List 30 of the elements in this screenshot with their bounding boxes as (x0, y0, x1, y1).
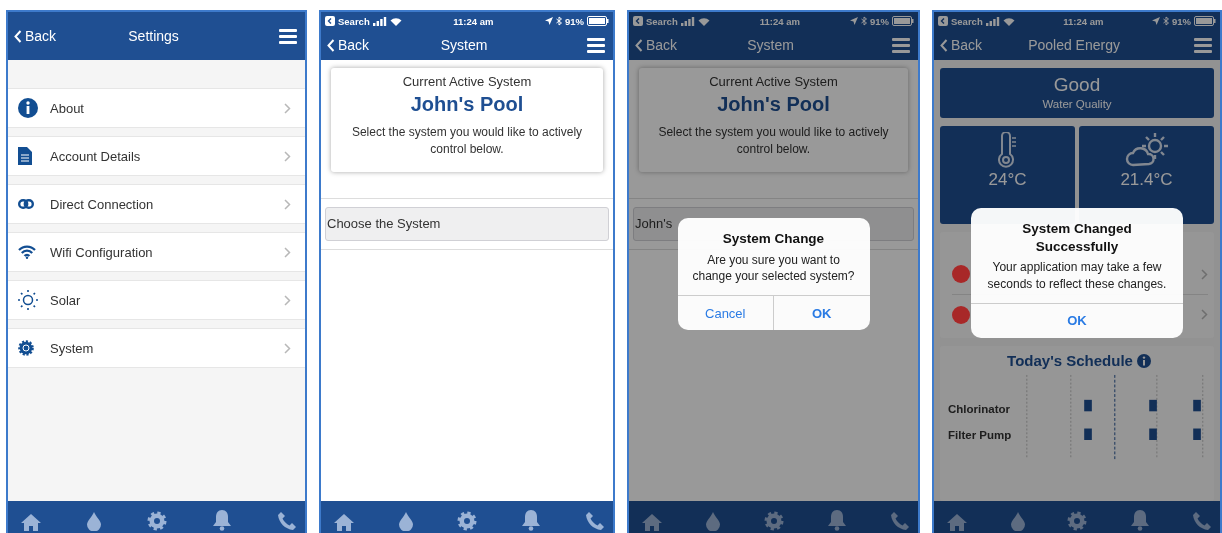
tile-value: 21.4°C (1120, 170, 1173, 190)
battery-percent: 91% (565, 15, 584, 27)
screen-title: System (746, 37, 795, 53)
system-name: John's Pool (410, 93, 524, 116)
status-carrier: Search (646, 15, 678, 27)
status-carrier: Search (951, 15, 983, 27)
screen-title: Pooled Energy (1027, 37, 1121, 53)
alert-title: System Change (721, 230, 826, 248)
card-instructions: Select the system you would like to actively control below. (657, 124, 890, 158)
screen-title: Settings (127, 28, 180, 44)
tile-value: 24°C (988, 170, 1027, 190)
schedule-title: Today's Schedule (1007, 352, 1133, 369)
status-time: 11:24 am (759, 15, 800, 27)
battery-percent: 91% (1172, 15, 1191, 27)
status-time: 11:24 am (453, 15, 494, 27)
alert-title: System Changed Successfully (1021, 220, 1133, 256)
quality-value: Good (1053, 74, 1101, 96)
card-caption: Current Active System (709, 74, 838, 89)
battery-percent: 91% (870, 15, 889, 27)
card-caption: Current Active System (402, 74, 532, 89)
schedule-row-label: Chlorinator (948, 403, 1011, 415)
status-time: 11:24 am (1063, 15, 1104, 27)
system-name: John's Pool (717, 93, 830, 116)
schedule-row-label: Filter Pump (948, 429, 1013, 441)
card-instructions: Select the system you would like to actively control below. (350, 124, 584, 158)
alert-message: Your application may take a few seconds to reflect these changes. (986, 259, 1168, 293)
screen-title: System (439, 37, 489, 53)
status-carrier: Search (338, 15, 370, 27)
quality-label: Water Quality (1042, 98, 1112, 110)
alert-message: Are you sure you want to change your selected system? (691, 251, 856, 286)
